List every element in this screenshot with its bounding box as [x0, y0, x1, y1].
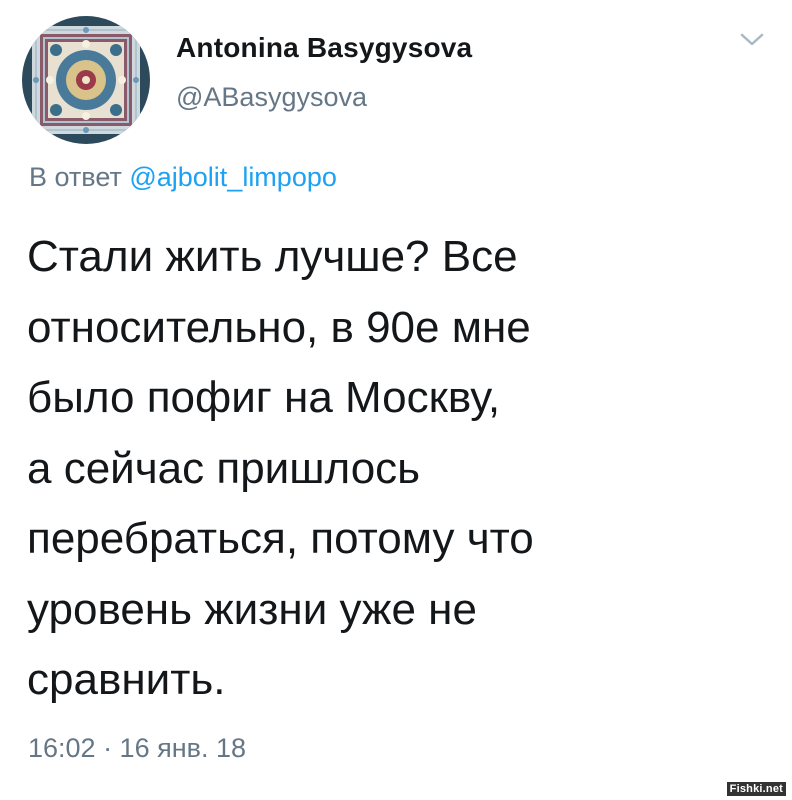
tweet-text-line: относительно, в 90е мне [27, 302, 531, 352]
tweet-timestamp[interactable]: 16:02 · 16 янв. 18 [28, 733, 246, 764]
tweet-text-line: а сейчас пришлось [27, 443, 421, 493]
avatar[interactable] [22, 16, 150, 144]
tweet-text-line: перебраться, потому что [27, 514, 534, 563]
tweet-text: Стали жить лучше? Все относительно, в 90… [27, 222, 767, 716]
chevron-down-icon[interactable] [736, 28, 768, 52]
reply-mention-link[interactable]: @ajbolit_limpopo [129, 162, 337, 192]
reply-context: В ответ @ajbolit_limpopo [29, 162, 337, 193]
display-name[interactable]: Antonina Basygysova [176, 32, 472, 64]
tweet-card: Antonina Basygysova @ABasygysova В ответ… [0, 0, 792, 800]
watermark-logo: Fishki.net [726, 782, 786, 796]
tweet-text-line: сравнить. [27, 655, 226, 704]
tweet-text-line: Стали жить лучше? Все [27, 232, 518, 281]
user-handle[interactable]: @ABasygysova [176, 82, 367, 113]
reply-prefix: В ответ [29, 162, 122, 192]
tweet-text-line: уровень жизни уже не [27, 584, 477, 634]
tweet-text-line: было пофиг на Москву, [27, 373, 501, 422]
